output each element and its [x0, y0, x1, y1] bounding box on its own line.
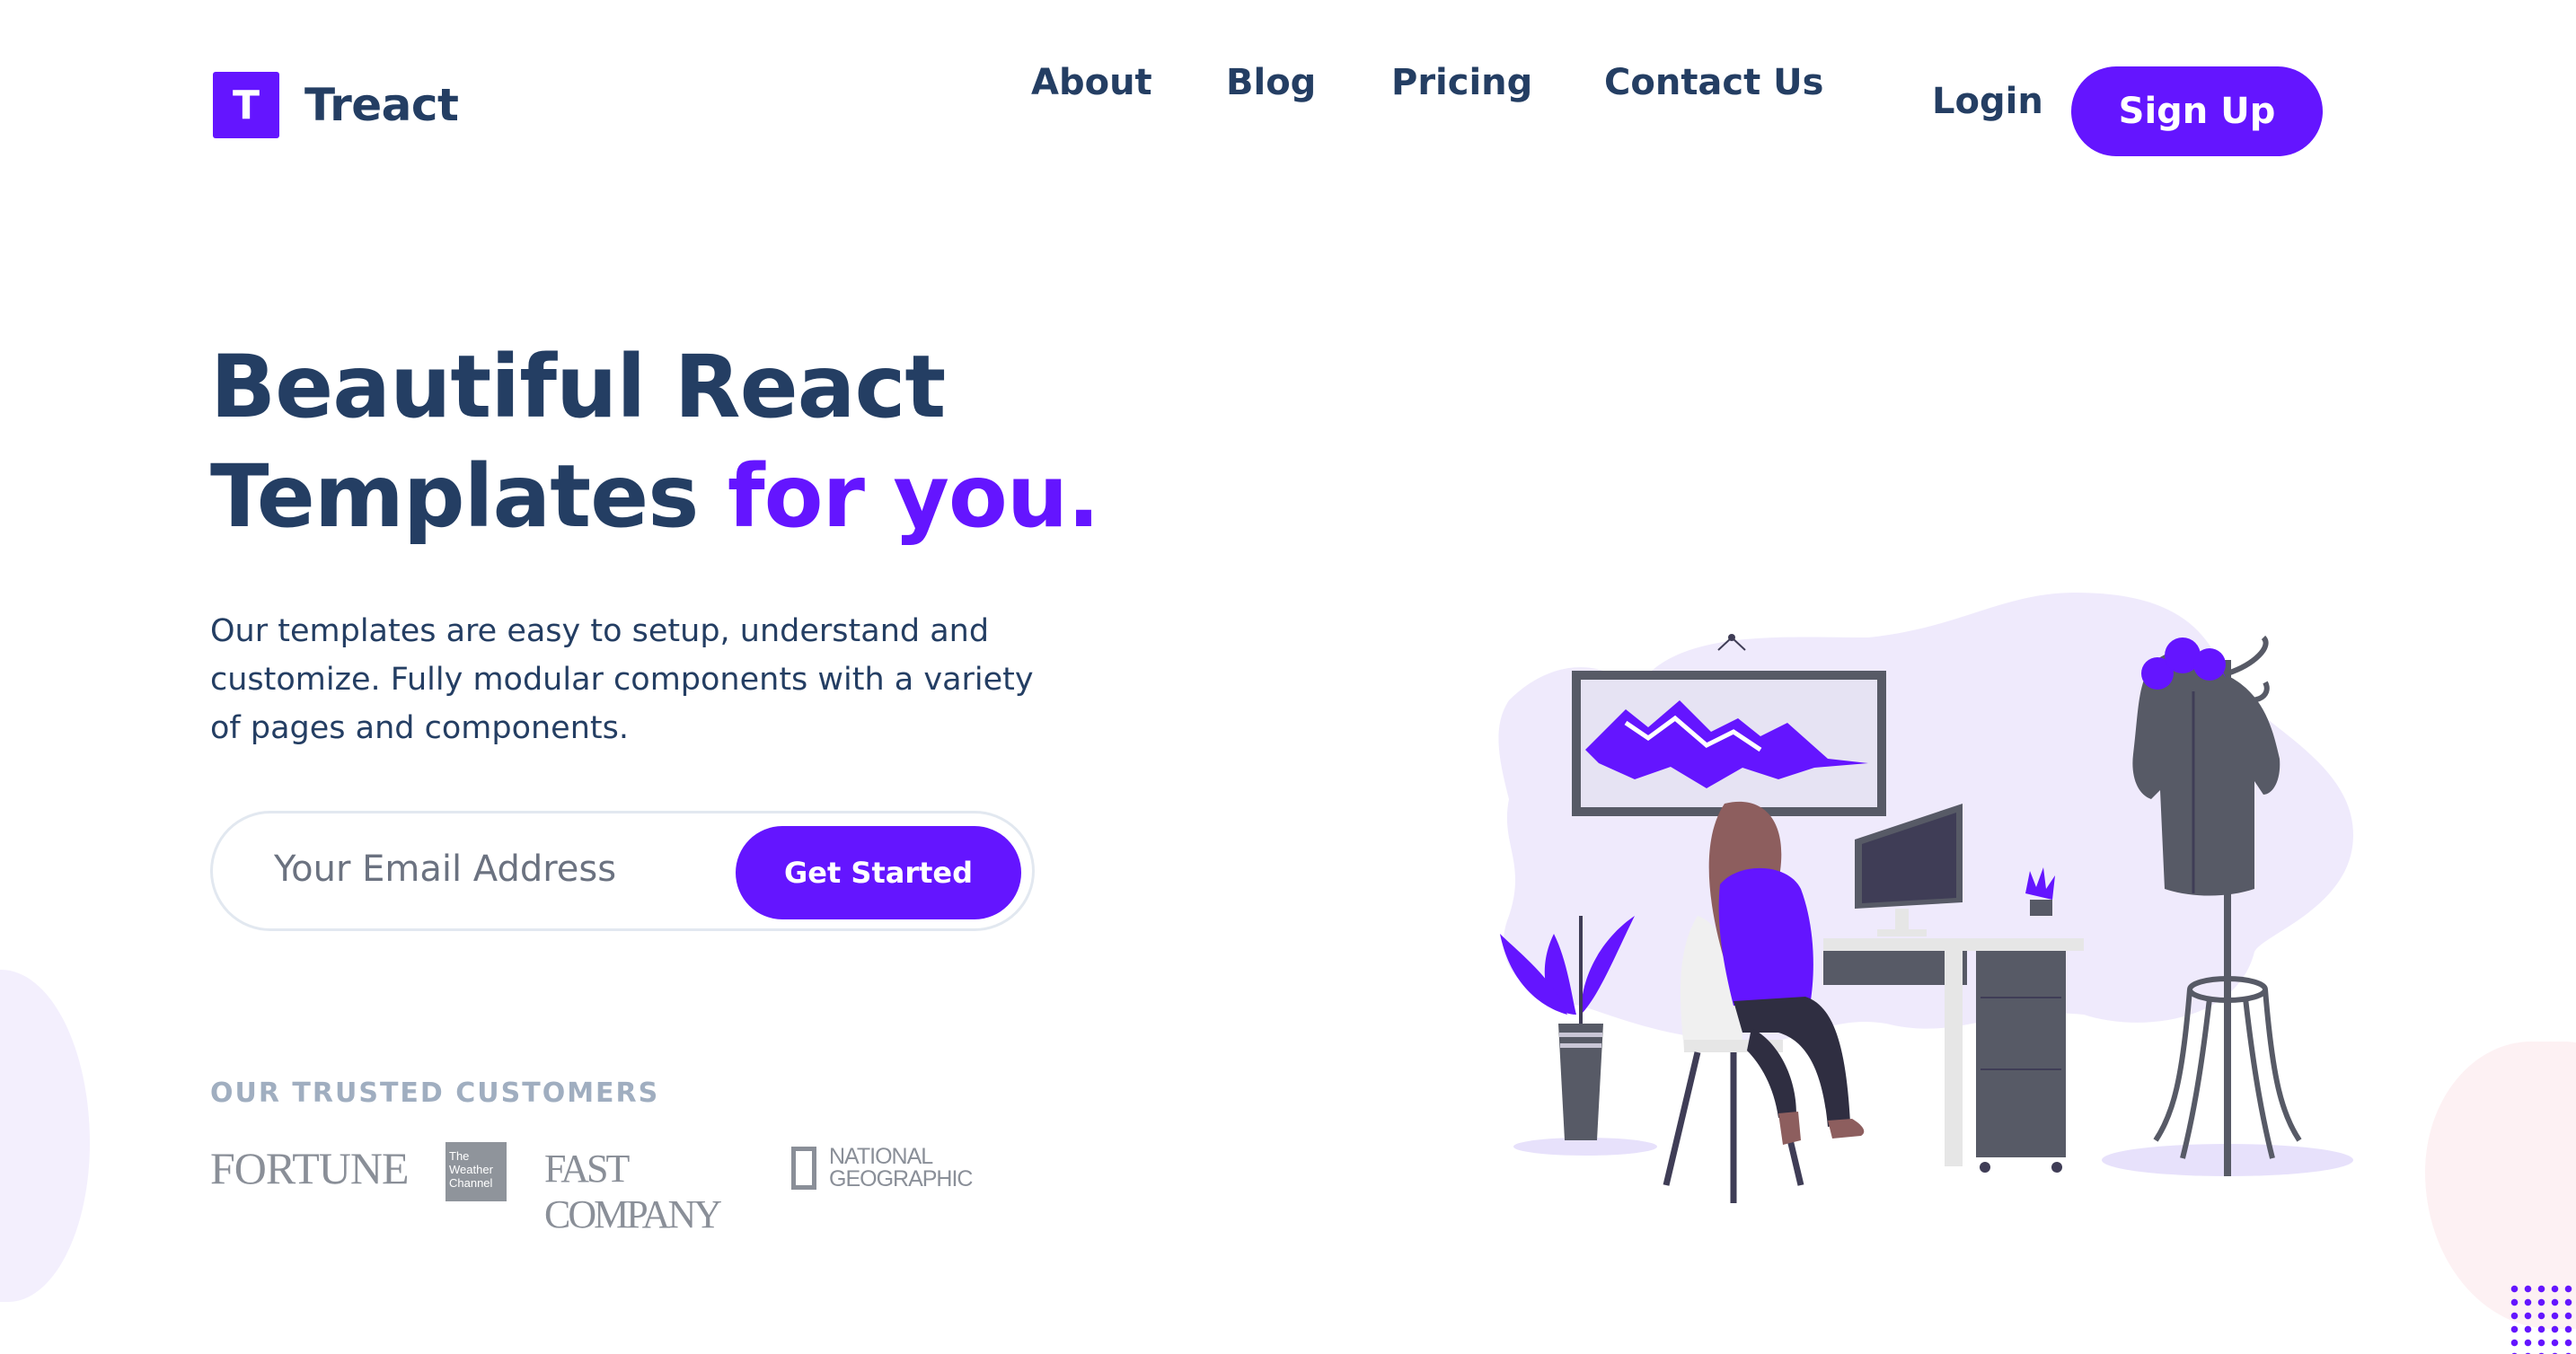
hero-heading-line1: Beautiful React: [210, 337, 946, 437]
hero-heading: Beautiful React Templates for you.: [210, 332, 1100, 551]
fortune-logo: FORTUNE: [210, 1143, 410, 1193]
natgeo-line1: NATIONAL: [829, 1144, 933, 1169]
natgeo-line2: GEOGRAPHIC: [829, 1166, 973, 1191]
get-started-button[interactable]: Get Started: [736, 826, 1021, 919]
decorative-blob-left: [0, 970, 90, 1302]
natgeo-frame-icon: [791, 1147, 816, 1190]
logo-letter: T: [232, 82, 260, 128]
hero-heading-accent: for you.: [727, 446, 1100, 547]
nav-link-contact[interactable]: Contact Us: [1604, 62, 1823, 103]
nav-link-pricing[interactable]: Pricing: [1391, 62, 1532, 103]
hero-description: Our templates are easy to setup, underst…: [210, 613, 1034, 746]
logo-icon: T: [213, 72, 279, 138]
natgeo-text: NATIONAL GEOGRAPHIC: [829, 1144, 973, 1191]
trusted-customers-label: OUR TRUSTED CUSTOMERS: [210, 1077, 660, 1109]
weather-logo-line2: Weather: [449, 1163, 493, 1176]
weather-logo-line1: The: [449, 1149, 470, 1163]
fast-company-logo: FAST COMPANY: [544, 1147, 722, 1236]
hero-heading-line2: Templates for you.: [210, 442, 1100, 551]
email-signup-form: Get Started: [210, 811, 1035, 931]
site-header: T Treact About Blog Pricing Contact Us L…: [0, 0, 2576, 224]
email-input[interactable]: [272, 848, 707, 891]
login-link[interactable]: Login: [1932, 81, 2043, 122]
signup-button[interactable]: Sign Up: [2071, 66, 2323, 156]
decorative-dots: [2508, 1282, 2576, 1354]
nav-link-blog[interactable]: Blog: [1226, 62, 1316, 103]
brand-logo[interactable]: T Treact: [213, 72, 459, 138]
national-geographic-logo: NATIONAL GEOGRAPHIC: [791, 1144, 973, 1191]
brand-name: Treact: [304, 79, 459, 131]
weather-logo-line3: Channel: [449, 1176, 493, 1190]
nav-link-about[interactable]: About: [1031, 62, 1152, 103]
hero-illustration: [1498, 593, 2353, 1203]
weather-channel-logo: The Weather Channel: [446, 1142, 507, 1201]
hero-heading-plain: Templates: [210, 446, 728, 547]
